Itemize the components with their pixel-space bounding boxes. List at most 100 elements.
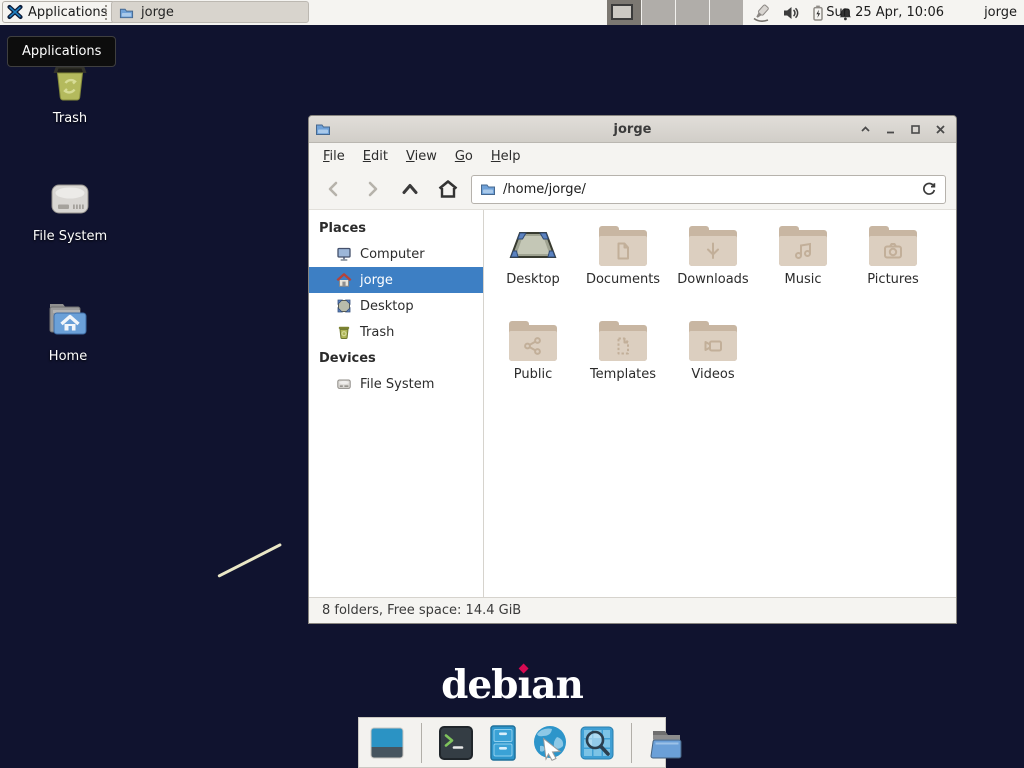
applications-menu-label: Applications — [28, 5, 107, 20]
web-browser-icon[interactable] — [530, 723, 570, 763]
directory-menu-folder-icon[interactable] — [646, 723, 686, 763]
taskbar-window-button[interactable]: jorge — [111, 1, 309, 23]
workspace-2[interactable] — [641, 0, 675, 25]
minimize-button[interactable] — [880, 119, 900, 139]
home-icon — [336, 272, 352, 288]
sidebar-item-label: Desktop — [360, 299, 414, 314]
window-content: Places Computer — [309, 210, 956, 597]
drive-icon — [46, 176, 94, 224]
maximize-button[interactable] — [905, 119, 925, 139]
folder-templates-icon — [599, 321, 647, 361]
status-text: 8 folders, Free space: 14.4 GiB — [322, 603, 521, 618]
status-bar: 8 folders, Free space: 14.4 GiB — [309, 597, 956, 623]
file-item-documents[interactable]: Documents — [578, 222, 668, 317]
file-item-public[interactable]: Public — [488, 317, 578, 412]
battery-icon[interactable] — [809, 4, 827, 22]
path-input[interactable]: /home/jorge/ — [503, 182, 914, 197]
computer-icon — [336, 246, 352, 262]
terminal-icon[interactable] — [436, 723, 476, 763]
file-item-label: Music — [785, 272, 822, 287]
menu-bar: File Edit View Go Help — [309, 143, 956, 169]
applications-icon — [7, 4, 23, 20]
forward-button[interactable] — [353, 174, 391, 204]
desktop-drawn-line — [217, 543, 282, 578]
workspace-switcher — [607, 0, 743, 25]
reload-icon[interactable] — [921, 181, 937, 197]
back-button[interactable] — [315, 174, 353, 204]
window-controls — [855, 119, 950, 139]
file-list: Desktop Documents Download — [484, 210, 956, 597]
shade-button[interactable] — [855, 119, 875, 139]
menu-view[interactable]: View — [397, 145, 446, 168]
top-panel: Applications jorge — [0, 0, 1024, 25]
file-cabinet-icon[interactable] — [483, 723, 523, 763]
file-item-label: Videos — [691, 367, 734, 382]
panel-grip-handle[interactable] — [105, 5, 107, 20]
desktop-icon-file-system[interactable]: File System — [20, 176, 120, 244]
applications-menu-button[interactable]: Applications — [2, 1, 115, 23]
workspace-1[interactable] — [607, 0, 641, 25]
file-manager-window: jorge File Edit View Go Help — [308, 115, 957, 624]
app-finder-icon[interactable] — [577, 723, 617, 763]
sidebar-item-trash[interactable]: Trash — [309, 319, 483, 345]
file-item-pictures[interactable]: Pictures — [848, 222, 938, 317]
desktop-special-icon — [509, 226, 557, 266]
menu-edit[interactable]: Edit — [354, 145, 397, 168]
file-item-label: Templates — [590, 367, 656, 382]
folder-icon — [119, 5, 134, 20]
desktop-icon-home[interactable]: Home — [18, 296, 118, 364]
sidebar: Places Computer — [309, 210, 484, 597]
menu-help[interactable]: Help — [482, 145, 530, 168]
sidebar-item-label: File System — [360, 377, 434, 392]
sidebar-header-devices: Devices — [309, 345, 483, 371]
desktop-icon-trash[interactable]: Trash — [20, 58, 120, 126]
stylus-icon[interactable] — [751, 3, 773, 23]
desktop-icon — [336, 298, 352, 314]
home-folder-icon — [44, 296, 92, 344]
sidebar-item-jorge[interactable]: jorge — [309, 267, 483, 293]
workspace-4[interactable] — [709, 0, 743, 25]
debian-logo-i: ı — [517, 662, 531, 708]
trash-icon — [336, 324, 352, 340]
sidebar-item-computer[interactable]: Computer — [309, 241, 483, 267]
folder-music-icon — [779, 226, 827, 266]
toolbar: /home/jorge/ — [309, 169, 956, 210]
window-titlebar[interactable]: jorge — [309, 116, 956, 143]
file-item-videos[interactable]: Videos — [668, 317, 758, 412]
desktop-icon-label: Trash — [53, 111, 87, 126]
taskbar-window-label: jorge — [141, 5, 174, 20]
path-bar[interactable]: /home/jorge/ — [471, 175, 946, 204]
sidebar-item-label: Computer — [360, 247, 425, 262]
file-item-downloads[interactable]: Downloads — [668, 222, 758, 317]
desktop-icon-label: Home — [49, 349, 87, 364]
folder-pictures-icon — [869, 226, 917, 266]
file-item-desktop[interactable]: Desktop — [488, 222, 578, 317]
file-item-music[interactable]: Music — [758, 222, 848, 317]
desktop-icon-label: File System — [33, 229, 107, 244]
show-desktop-icon[interactable] — [367, 723, 407, 763]
panel-username[interactable]: jorge — [984, 0, 1017, 25]
sidebar-item-label: jorge — [360, 273, 393, 288]
folder-public-icon — [509, 321, 557, 361]
sidebar-item-label: Trash — [360, 325, 394, 340]
applications-tooltip: Applications — [7, 36, 116, 67]
dock-separator — [421, 723, 422, 763]
path-folder-icon — [480, 181, 496, 197]
up-button[interactable] — [391, 174, 429, 204]
file-item-label: Public — [514, 367, 552, 382]
sidebar-header-places: Places — [309, 215, 483, 241]
dock — [358, 717, 666, 768]
file-item-label: Downloads — [677, 272, 748, 287]
home-button[interactable] — [429, 174, 467, 204]
panel-clock[interactable]: Sun 25 Apr, 10:06 — [826, 0, 944, 25]
menu-file[interactable]: File — [314, 145, 354, 168]
menu-go[interactable]: Go — [446, 145, 482, 168]
workspace-3[interactable] — [675, 0, 709, 25]
sidebar-item-desktop[interactable]: Desktop — [309, 293, 483, 319]
sidebar-item-file-system[interactable]: File System — [309, 371, 483, 397]
file-item-templates[interactable]: Templates — [578, 317, 668, 412]
debian-logo-text: an — [531, 662, 583, 708]
folder-downloads-icon — [689, 226, 737, 266]
volume-icon[interactable] — [782, 4, 800, 22]
close-button[interactable] — [930, 119, 950, 139]
